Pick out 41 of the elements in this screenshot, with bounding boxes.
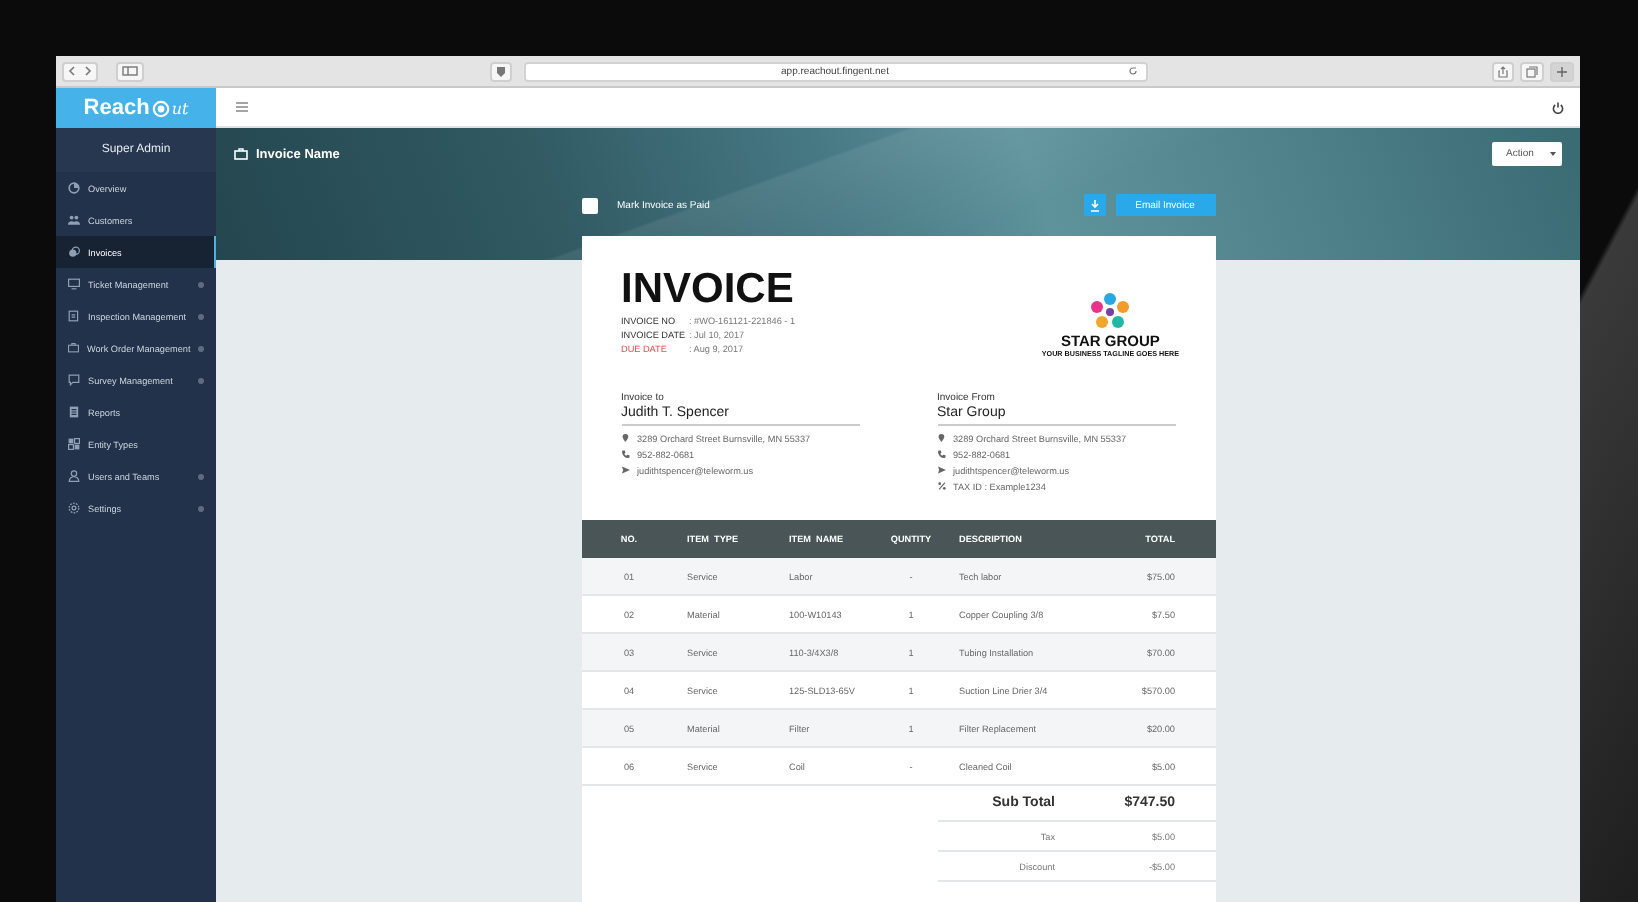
- shield-button[interactable]: [489, 61, 511, 81]
- coins-icon: [68, 246, 80, 258]
- pie-chart-icon: [68, 182, 80, 194]
- pin-icon: [621, 434, 629, 442]
- tabs-button[interactable]: [1520, 61, 1544, 81]
- download-icon: [1089, 199, 1099, 211]
- back-forward-button[interactable]: [62, 61, 98, 81]
- reload-icon[interactable]: [1127, 66, 1137, 76]
- invoice-title: INVOICE: [621, 270, 796, 310]
- paper-plane-icon: [621, 466, 629, 474]
- clipboard-icon: [68, 310, 80, 322]
- percent-icon: [937, 482, 945, 490]
- flower-logo-icon: [1088, 292, 1133, 332]
- plus-icon: [1556, 65, 1568, 77]
- sidebar-icon: [122, 66, 138, 76]
- grid-icon: [68, 438, 80, 450]
- app-logo: Reach ut: [56, 88, 216, 128]
- chat-icon: [68, 374, 80, 386]
- phone-icon: [937, 450, 945, 458]
- power-icon[interactable]: [1552, 101, 1564, 113]
- person-icon: [68, 470, 80, 482]
- people-icon: [68, 214, 80, 226]
- gear-icon: [68, 502, 80, 514]
- chevrons-icon: [68, 66, 92, 76]
- paper-plane-icon: [937, 466, 945, 474]
- menu-icon[interactable]: [236, 102, 248, 112]
- share-icon: [1498, 65, 1508, 77]
- phone-icon: [621, 450, 629, 458]
- download-button[interactable]: [1083, 194, 1105, 216]
- tabs-icon: [1526, 65, 1538, 77]
- new-tab-button[interactable]: [1550, 61, 1574, 81]
- checkbox[interactable]: [581, 197, 597, 213]
- briefcase-icon: [234, 148, 248, 160]
- document-icon: [68, 406, 80, 418]
- sidebar-toggle-button[interactable]: [116, 61, 144, 81]
- pin-icon: [937, 434, 945, 442]
- share-button[interactable]: [1492, 61, 1514, 81]
- briefcase-icon: [68, 342, 79, 354]
- caret-icon: [1550, 152, 1556, 156]
- monitor-icon: [68, 278, 80, 290]
- shield-icon: [495, 65, 505, 77]
